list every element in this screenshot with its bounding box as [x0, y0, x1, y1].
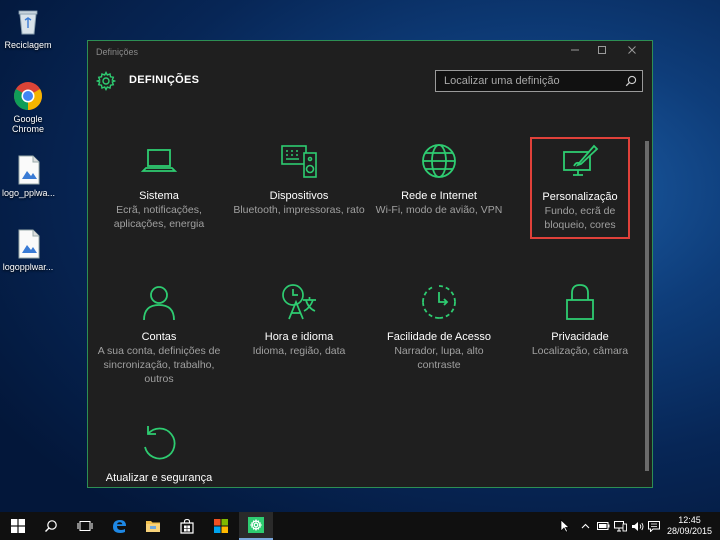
start-button[interactable] — [1, 512, 35, 540]
search-box[interactable] — [435, 70, 643, 92]
folder-icon — [146, 521, 160, 532]
taskbar-office[interactable] — [204, 512, 238, 540]
gear-icon — [96, 71, 116, 91]
search-icon — [45, 520, 57, 532]
tray-show-hidden-button[interactable] — [578, 512, 592, 540]
tray-volume[interactable] — [630, 512, 644, 540]
tile-personalizacao[interactable]: Personalização Fundo, ecrã de bloqueio, … — [530, 137, 630, 239]
windows-logo-icon — [11, 519, 25, 533]
ease-of-access-icon — [422, 285, 456, 319]
paintbrush-icon — [563, 144, 599, 176]
gear-icon — [250, 519, 262, 531]
lock-icon — [566, 284, 594, 320]
tile-privacidade[interactable]: Privacidade Localização, câmara — [510, 282, 650, 358]
person-icon — [143, 286, 175, 321]
taskbar-store[interactable] — [170, 512, 204, 540]
tile-dispositivos[interactable]: Dispositivos Bluetooth, impressoras, rat… — [229, 141, 369, 217]
edge-icon — [113, 520, 126, 533]
task-view-button[interactable] — [68, 512, 102, 540]
clock-date: 28/09/2015 — [666, 526, 712, 536]
desktop-icon-logo-file-1[interactable]: logo_pplwa... — [2, 154, 55, 198]
scrollbar-thumb[interactable] — [645, 141, 649, 471]
tile-rede-e-internet[interactable]: Rede e Internet Wi-Fi, modo de avião, VP… — [369, 141, 509, 217]
settings-header: DEFINIÇÕES — [88, 65, 652, 101]
globe-icon — [422, 144, 456, 178]
tile-sistema[interactable]: Sistema Ecrã, notificações, aplicações, … — [89, 141, 229, 231]
desktop-icon-logo-file-2[interactable]: logopplwar... — [2, 228, 54, 272]
clock-time: 12:45 — [678, 515, 701, 525]
mouse-pointer — [558, 512, 572, 540]
desktop-icon-chrome[interactable]: Google Chrome — [2, 80, 54, 134]
search-input[interactable] — [436, 71, 616, 91]
cursor-icon — [560, 519, 570, 533]
network-icon — [613, 520, 627, 531]
image-file-icon — [12, 228, 44, 260]
taskbar-clock[interactable]: 12:45 28/09/2015 — [667, 515, 712, 537]
notification-icon — [648, 520, 660, 532]
tile-contas[interactable]: Contas A sua conta, definições de sincro… — [89, 282, 229, 386]
search-button[interactable] — [34, 512, 68, 540]
settings-app-icon — [248, 517, 264, 533]
title-bar[interactable]: Definições — [88, 41, 652, 63]
laptop-icon — [140, 149, 178, 172]
taskbar-edge[interactable] — [102, 512, 136, 540]
tray-network[interactable] — [613, 512, 627, 540]
image-file-icon — [12, 154, 44, 186]
maximize-button[interactable] — [591, 43, 613, 61]
battery-icon — [596, 522, 609, 530]
tray-action-center[interactable] — [647, 512, 661, 540]
maximize-icon — [598, 46, 606, 54]
chevron-up-icon — [581, 523, 589, 529]
speaker-icon — [631, 521, 643, 531]
recycle-bin-icon — [12, 6, 44, 38]
task-view-icon — [77, 521, 93, 531]
window-title: Definições — [96, 47, 139, 57]
settings-window: Definições DEFINIÇÕES Localizar uma defi… — [87, 40, 653, 488]
time-language-icon — [282, 284, 316, 320]
tray-battery[interactable] — [596, 512, 610, 540]
store-bag-icon — [180, 518, 194, 534]
minimize-button[interactable] — [564, 43, 586, 61]
chrome-icon — [12, 80, 44, 112]
minimize-icon — [571, 49, 579, 51]
taskbar: 12:45 28/09/2015 — [0, 512, 720, 540]
tile-facilidade-de-acesso[interactable]: Facilidade de Acesso Narrador, lupa, alt… — [369, 282, 509, 372]
taskbar-file-explorer[interactable] — [136, 512, 170, 540]
taskbar-settings[interactable] — [239, 512, 273, 540]
office-tiles-icon — [214, 519, 228, 533]
close-button[interactable] — [621, 43, 643, 61]
scrollbar[interactable] — [644, 103, 650, 485]
search-icon[interactable] — [625, 75, 637, 87]
desktop-icon-recycle-bin[interactable]: Reciclagem — [2, 6, 54, 50]
tile-atualizar-e-seguranca[interactable]: Atualizar e segurança — [89, 423, 229, 485]
page-title: DEFINIÇÕES — [129, 74, 200, 86]
devices-icon — [281, 145, 317, 178]
close-icon — [628, 46, 636, 54]
refresh-icon — [144, 426, 176, 460]
tile-hora-e-idioma[interactable]: Hora e idioma Idioma, região, data — [229, 282, 369, 358]
